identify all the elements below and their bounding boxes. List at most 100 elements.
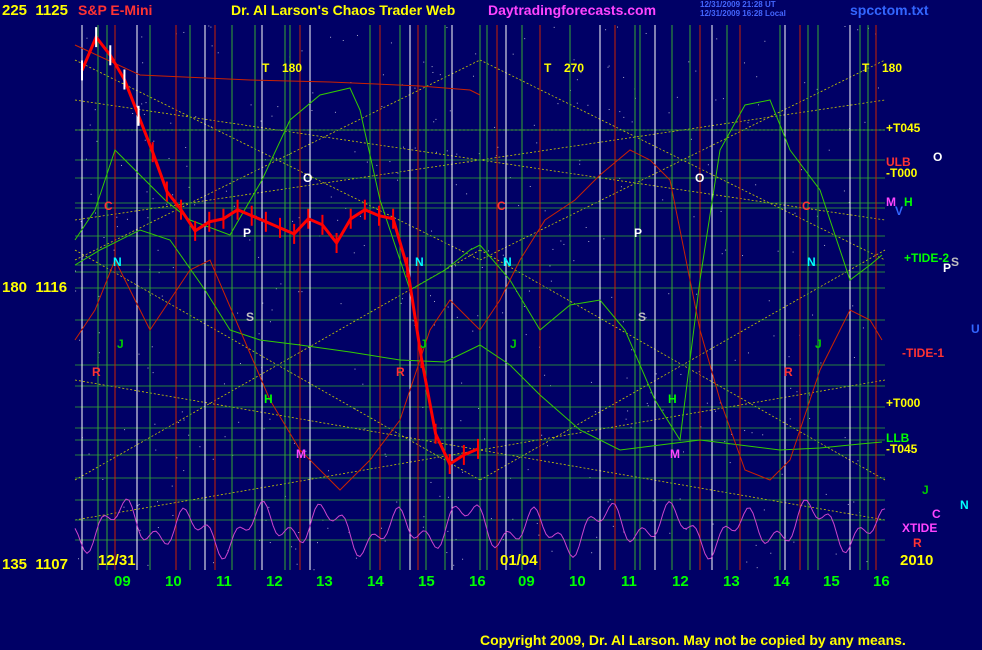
star-dot xyxy=(147,564,149,566)
star-dot xyxy=(497,146,499,148)
star-dot xyxy=(137,505,139,507)
star-dot xyxy=(462,558,464,560)
star-dot xyxy=(563,243,565,245)
chart-letter-p: P xyxy=(634,226,643,240)
star-dot xyxy=(263,428,265,430)
star-dot xyxy=(354,368,356,370)
star-dot xyxy=(337,219,339,221)
x-tick-label: 10 xyxy=(165,573,182,590)
star-dot xyxy=(166,203,168,205)
star-dot xyxy=(178,422,180,424)
star-dot xyxy=(835,553,837,555)
chart-letter-c: C xyxy=(802,199,811,213)
star-dot xyxy=(250,104,252,106)
star-dot xyxy=(194,204,196,206)
star-dot xyxy=(126,218,128,220)
star-dot xyxy=(188,434,190,436)
star-dot xyxy=(695,70,697,72)
star-dot xyxy=(809,394,811,396)
star-dot xyxy=(573,260,575,262)
star-dot xyxy=(362,383,364,385)
star-dot xyxy=(296,563,298,565)
star-dot xyxy=(157,501,159,503)
star-dot xyxy=(755,184,757,186)
star-dot xyxy=(812,314,814,316)
star-dot xyxy=(553,26,555,28)
star-dot xyxy=(560,240,562,242)
star-dot xyxy=(210,26,212,28)
right-label-n: N xyxy=(960,498,969,512)
star-dot xyxy=(523,305,525,307)
star-dot xyxy=(298,291,300,293)
star-dot xyxy=(269,542,271,544)
x-tick-label: 16 xyxy=(873,573,890,590)
star-dot xyxy=(432,71,434,73)
star-dot xyxy=(715,99,717,101)
star-dot xyxy=(746,561,748,563)
star-dot xyxy=(866,561,868,563)
star-dot xyxy=(716,38,718,40)
chart-letter-c: C xyxy=(104,199,113,213)
star-dot xyxy=(794,212,796,214)
star-dot xyxy=(113,249,115,251)
star-dot xyxy=(742,255,744,257)
star-dot xyxy=(706,402,708,404)
chart-canvas xyxy=(0,0,982,650)
star-dot xyxy=(685,528,687,530)
star-dot xyxy=(330,36,332,38)
star-dot xyxy=(544,210,546,212)
star-dot xyxy=(195,116,197,118)
star-dot xyxy=(103,236,105,238)
star-dot xyxy=(172,267,174,269)
star-dot xyxy=(756,567,758,569)
star-dot xyxy=(793,541,795,543)
chart-letter-j: J xyxy=(420,337,427,351)
star-dot xyxy=(172,194,174,196)
star-dot xyxy=(585,226,587,228)
star-dot xyxy=(557,103,559,105)
right-label-u: U xyxy=(971,322,980,336)
star-dot xyxy=(213,562,215,564)
star-dot xyxy=(608,65,610,67)
star-dot xyxy=(623,76,625,78)
star-dot xyxy=(78,558,80,560)
star-dot xyxy=(224,436,226,438)
chart-letter-n: N xyxy=(503,255,512,269)
star-dot xyxy=(86,37,88,39)
star-dot xyxy=(683,451,685,453)
star-dot xyxy=(431,230,433,232)
chart-letter-n: N xyxy=(113,255,122,269)
star-dot xyxy=(527,469,529,471)
star-dot xyxy=(477,315,479,317)
chart-letter-o: O xyxy=(303,171,313,185)
star-dot xyxy=(804,82,806,84)
star-dot xyxy=(844,26,846,28)
right-label-tide1: -TIDE-1 xyxy=(902,346,944,360)
chart-letter-c: C xyxy=(497,199,506,213)
data-file-name: spcctom.txt xyxy=(850,2,929,18)
star-dot xyxy=(518,205,520,207)
chart-letter-j: J xyxy=(815,337,822,351)
x-tick-label: 09 xyxy=(518,573,535,590)
star-dot xyxy=(171,485,173,487)
star-dot xyxy=(844,437,846,439)
star-dot xyxy=(528,290,530,292)
star-dot xyxy=(456,153,458,155)
chart-letter-t: T xyxy=(544,61,552,75)
star-dot xyxy=(389,161,391,163)
star-dot xyxy=(722,98,724,100)
x-tick-label: 09 xyxy=(114,573,131,590)
site-link[interactable]: Daytradingforecasts.com xyxy=(488,3,656,17)
star-dot xyxy=(494,126,496,128)
star-dot xyxy=(524,38,526,40)
star-dot xyxy=(354,151,356,153)
star-dot xyxy=(763,509,765,511)
star-dot xyxy=(475,53,477,55)
star-dot xyxy=(631,349,633,351)
star-dot xyxy=(258,333,260,335)
star-dot xyxy=(843,190,845,192)
star-dot xyxy=(789,418,791,420)
right-label-t000-neg: -T000 xyxy=(886,166,918,180)
star-dot xyxy=(525,334,527,336)
right-label-xtide: XTIDE xyxy=(902,521,938,535)
